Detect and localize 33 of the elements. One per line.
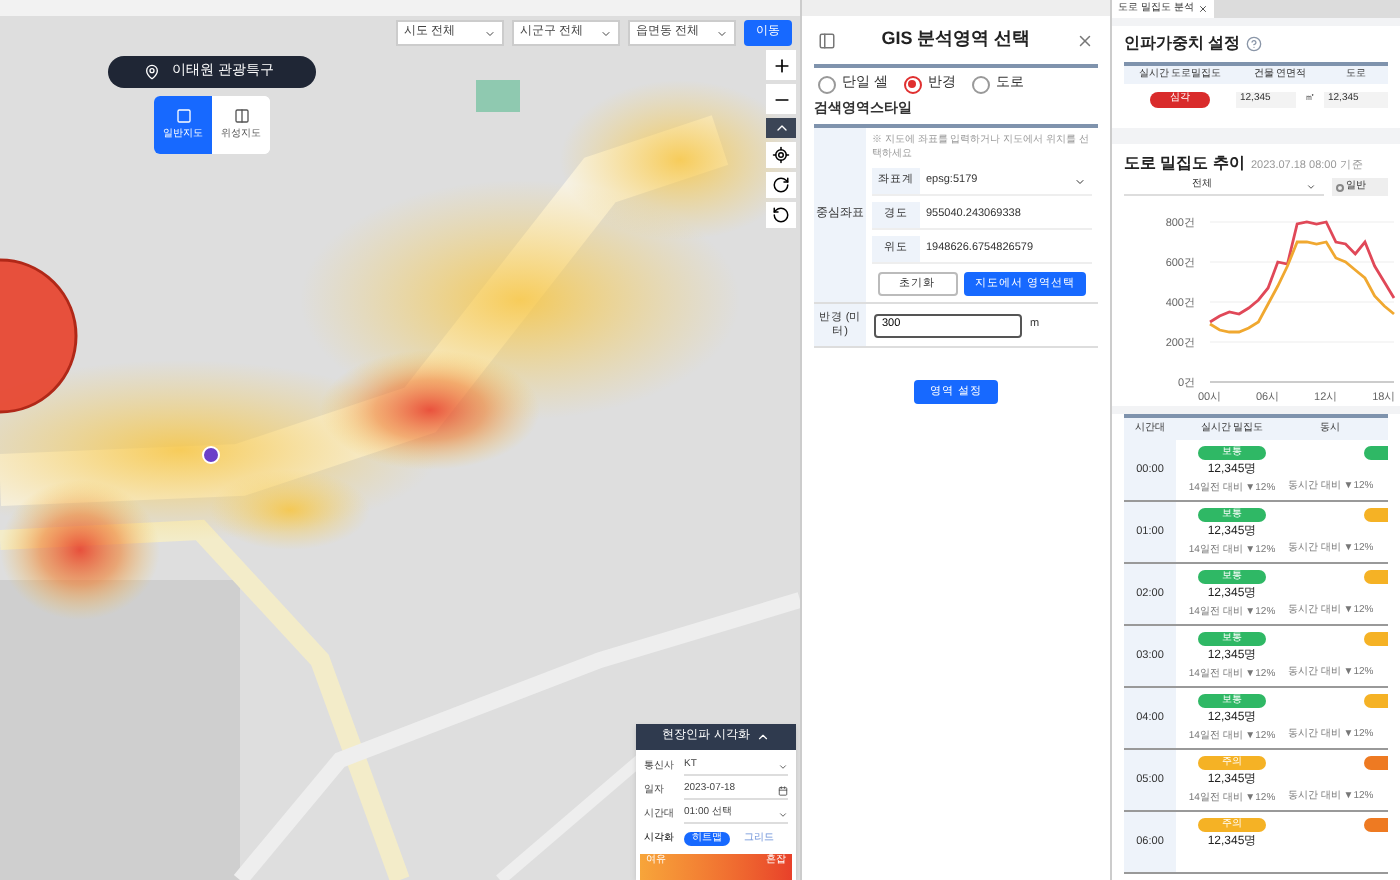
chevron-down-icon	[600, 27, 612, 39]
collapse-button[interactable]	[766, 118, 796, 138]
park-area	[476, 80, 520, 112]
rotate-left-icon	[772, 206, 790, 224]
chevron-up-icon	[773, 120, 789, 136]
map-pin-icon	[144, 64, 160, 80]
square-icon	[175, 107, 191, 124]
chevron-up-icon	[755, 730, 770, 744]
help-icon[interactable]	[1246, 36, 1263, 52]
panel-title: GIS 분석영역 선택	[881, 26, 1031, 53]
locate-icon	[772, 146, 790, 164]
zoom-out-button[interactable]	[766, 84, 796, 114]
plus-icon	[771, 55, 791, 75]
chevron-down-icon	[716, 27, 728, 39]
panel-icon[interactable]	[818, 31, 836, 49]
radio-button[interactable]	[818, 75, 836, 93]
radio-button[interactable]	[903, 75, 922, 93]
chevron-down-icon	[1306, 181, 1316, 191]
chevron-down-icon	[1074, 175, 1086, 187]
radio-button[interactable]	[971, 75, 990, 93]
reset-rotation-button[interactable]	[766, 202, 796, 228]
calendar-icon	[778, 785, 788, 795]
chevron-down-icon	[778, 809, 788, 819]
close-icon[interactable]	[1075, 31, 1094, 49]
section-title: 도로 밀집도 추이	[1124, 152, 1245, 176]
rotate-button[interactable]	[766, 172, 796, 198]
rotate-right-icon	[772, 176, 790, 194]
locate-button[interactable]	[766, 142, 796, 168]
split-view-icon	[233, 107, 249, 124]
chevron-down-icon	[778, 761, 788, 771]
zoom-in-button[interactable]	[766, 50, 796, 80]
chevron-down-icon	[484, 27, 496, 39]
section-title: 인파가중치 설정	[1124, 32, 1241, 56]
